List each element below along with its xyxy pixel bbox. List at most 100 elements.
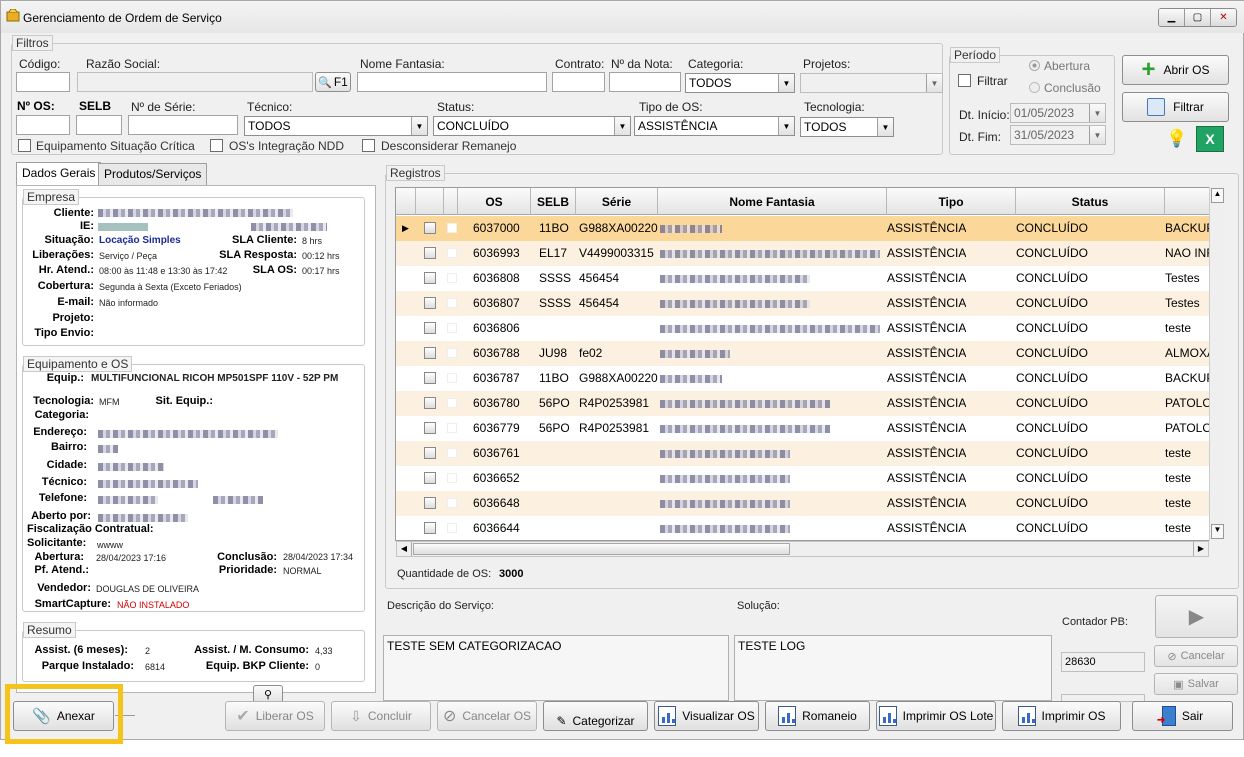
bairro-redacted bbox=[98, 445, 118, 453]
row-os: 6036780 bbox=[473, 396, 520, 410]
excel-export-icon[interactable]: X bbox=[1196, 126, 1224, 152]
table-row[interactable]: 6036808 SSSS 456454 ASSISTÊNCIA CONCLUÍDO Tes… bbox=[396, 266, 1224, 291]
table-row[interactable]: 6036788 JU98 fe02 ASSISTÊNCIA CONCLUÍDO ALMOX… bbox=[396, 341, 1224, 366]
table-row[interactable]: 6036779 56PO R4P0253981 ASSISTÊNCIA CONCLUÍD… bbox=[396, 416, 1224, 441]
grid-vertical-scrollbar[interactable]: ▲ ▼ bbox=[1209, 187, 1225, 541]
tab-produtos-servicos[interactable]: Produtos/Serviços bbox=[98, 163, 208, 185]
descricao-value: TESTE SEM CATEGORIZACAO bbox=[387, 639, 562, 653]
scroll-down-icon[interactable]: ▼ bbox=[1211, 524, 1224, 539]
cancelar-contador-button[interactable]: ⊘ Cancelar bbox=[1154, 645, 1238, 667]
col-serie[interactable]: Série bbox=[576, 188, 658, 215]
sit-equip-label: Sit. Equip.: bbox=[155, 395, 213, 407]
row-checkbox[interactable] bbox=[424, 497, 436, 509]
close-button[interactable]: ✕ bbox=[1211, 9, 1236, 26]
row-checkbox[interactable] bbox=[424, 297, 436, 309]
nota-input[interactable] bbox=[609, 72, 681, 92]
liberar-os-button[interactable]: ✔ Liberar OS bbox=[225, 701, 325, 731]
table-row[interactable]: 6036807 SSSS 456454 ASSISTÊNCIA CONCLUÍDO Tes… bbox=[396, 291, 1224, 316]
row-checkbox[interactable] bbox=[424, 222, 436, 234]
row-checkbox[interactable] bbox=[424, 522, 436, 534]
dt-fim-picker[interactable]: 31/05/2023 ▼ bbox=[1010, 125, 1106, 145]
scroll-thumb[interactable] bbox=[413, 543, 790, 555]
periodo-filtrar-checkbox[interactable] bbox=[958, 74, 971, 87]
tipo-select[interactable]: ASSISTÊNCIA ▼ bbox=[634, 116, 795, 136]
row-checkbox[interactable] bbox=[424, 372, 436, 384]
table-row[interactable]: 6036780 56PO R4P0253981 ASSISTÊNCIA CONCLUÍD… bbox=[396, 391, 1224, 416]
maximize-button[interactable]: ▢ bbox=[1185, 9, 1211, 26]
concluir-button[interactable]: ⇩ Concluir bbox=[331, 701, 431, 731]
table-row[interactable]: 6036761 ASSISTÊNCIA CONCLUÍDO teste bbox=[396, 441, 1224, 466]
scroll-left-icon[interactable]: ◀ bbox=[397, 542, 412, 556]
razao-input[interactable] bbox=[77, 72, 313, 92]
situacao-critica-checkbox[interactable] bbox=[18, 139, 31, 152]
sla-cliente-label: SLA Cliente: bbox=[232, 234, 297, 246]
abertura-radio[interactable] bbox=[1029, 60, 1040, 71]
serie-input[interactable] bbox=[128, 115, 238, 135]
table-row[interactable]: ▶ 6037000 11BO G988XA00220 ASSISTÊNCIA CONCLU… bbox=[396, 216, 1224, 241]
salvar-contador-button[interactable]: ▣ Salvar bbox=[1154, 673, 1238, 695]
os-input[interactable] bbox=[16, 115, 70, 135]
ndd-checkbox[interactable] bbox=[210, 139, 223, 152]
projetos-select[interactable]: ▼ bbox=[800, 73, 943, 93]
cancelar-os-button[interactable]: ⊘ Cancelar OS bbox=[437, 701, 537, 731]
categoria-select[interactable]: TODOS ▼ bbox=[685, 73, 795, 93]
tecnico-select[interactable]: TODOS ▼ bbox=[244, 116, 428, 136]
row-checkbox[interactable] bbox=[424, 272, 436, 284]
col-status[interactable]: Status bbox=[1016, 188, 1165, 215]
row-checkbox[interactable] bbox=[424, 347, 436, 359]
sair-button[interactable]: ➜ Sair bbox=[1132, 701, 1233, 731]
romaneio-button[interactable]: Romaneio bbox=[765, 701, 870, 731]
tecnologia-select[interactable]: TODOS ▼ bbox=[800, 117, 894, 137]
tab-dados-gerais[interactable]: Dados Gerais bbox=[16, 162, 102, 186]
conclusao-radio[interactable] bbox=[1029, 82, 1040, 93]
remanejo-checkbox[interactable] bbox=[362, 139, 375, 152]
play-button[interactable]: ▶ bbox=[1155, 595, 1238, 638]
fantasia-input[interactable] bbox=[357, 72, 547, 92]
table-row[interactable]: 6036806 ASSISTÊNCIA CONCLUÍDO teste bbox=[396, 316, 1224, 341]
imprimir-os-button[interactable]: Imprimir OS bbox=[1002, 701, 1121, 731]
dt-inicio-picker[interactable]: 01/05/2023 ▼ bbox=[1010, 103, 1106, 123]
codigo-input[interactable] bbox=[16, 72, 70, 92]
header-check[interactable] bbox=[416, 188, 444, 215]
row-checkbox[interactable] bbox=[424, 322, 436, 334]
selb-input[interactable] bbox=[76, 115, 122, 135]
row-checkbox[interactable] bbox=[424, 447, 436, 459]
grid-horizontal-scrollbar[interactable]: ◀ ▶ bbox=[396, 541, 1209, 557]
row-flag bbox=[447, 523, 457, 533]
equip-value: MULTIFUNCIONAL RICOH MP501SPF 110V - 52P… bbox=[91, 373, 339, 384]
table-row[interactable]: 6036652 ASSISTÊNCIA CONCLUÍDO teste bbox=[396, 466, 1224, 491]
col-nome-fantasia[interactable]: Nome Fantasia bbox=[658, 188, 887, 215]
row-tipo: ASSISTÊNCIA bbox=[887, 371, 967, 385]
dt-fim-label: Dt. Fim: bbox=[959, 130, 1001, 144]
minimize-button[interactable]: ▁ bbox=[1159, 9, 1185, 26]
row-checkbox[interactable] bbox=[424, 397, 436, 409]
table-row[interactable]: 6036648 ASSISTÊNCIA CONCLUÍDO teste bbox=[396, 491, 1224, 516]
row-nome-fantasia-redacted bbox=[660, 400, 830, 408]
col-tipo[interactable]: Tipo bbox=[887, 188, 1016, 215]
row-checkbox[interactable] bbox=[424, 472, 436, 484]
scroll-up-icon[interactable]: ▲ bbox=[1211, 188, 1224, 203]
contrato-input[interactable] bbox=[552, 72, 605, 92]
status-select[interactable]: CONCLUÍDO ▼ bbox=[433, 116, 631, 136]
table-row[interactable]: 6036644 ASSISTÊNCIA CONCLUÍDO teste bbox=[396, 516, 1224, 540]
categorizar-button[interactable]: ✎ Categorizar bbox=[543, 701, 648, 731]
row-checkbox[interactable] bbox=[424, 422, 436, 434]
header-indicator bbox=[396, 188, 416, 215]
abrir-os-button[interactable]: + Abrir OS bbox=[1122, 55, 1229, 85]
row-nome-fantasia-redacted bbox=[660, 325, 880, 333]
lightbulb-icon[interactable]: 💡 bbox=[1166, 129, 1187, 149]
row-checkbox[interactable] bbox=[424, 247, 436, 259]
descricao-textarea[interactable]: TESTE SEM CATEGORIZACAO bbox=[383, 635, 729, 701]
f1-search-button[interactable]: 🔍 F1 bbox=[315, 72, 351, 92]
solucao-textarea[interactable]: TESTE LOG bbox=[734, 635, 1052, 701]
imprimir-os-lote-button[interactable]: Imprimir OS Lote bbox=[876, 701, 996, 731]
table-row[interactable]: 6036787 11BO G988XA00220 ASSISTÊNCIA CONCLUÍ… bbox=[396, 366, 1224, 391]
visualizar-os-button[interactable]: Visualizar OS bbox=[654, 701, 759, 731]
col-os[interactable]: OS bbox=[458, 188, 531, 215]
filtrar-button[interactable]: Filtrar bbox=[1122, 92, 1229, 122]
contador-input[interactable]: 28630 bbox=[1061, 652, 1145, 672]
scroll-right-icon[interactable]: ▶ bbox=[1193, 542, 1208, 556]
col-selb[interactable]: SELB bbox=[531, 188, 576, 215]
table-row[interactable]: 6036993 EL17 V4499003315 ASSISTÊNCIA CONCLUÍ… bbox=[396, 241, 1224, 266]
sla-os-value: 00:17 hrs bbox=[302, 266, 340, 276]
